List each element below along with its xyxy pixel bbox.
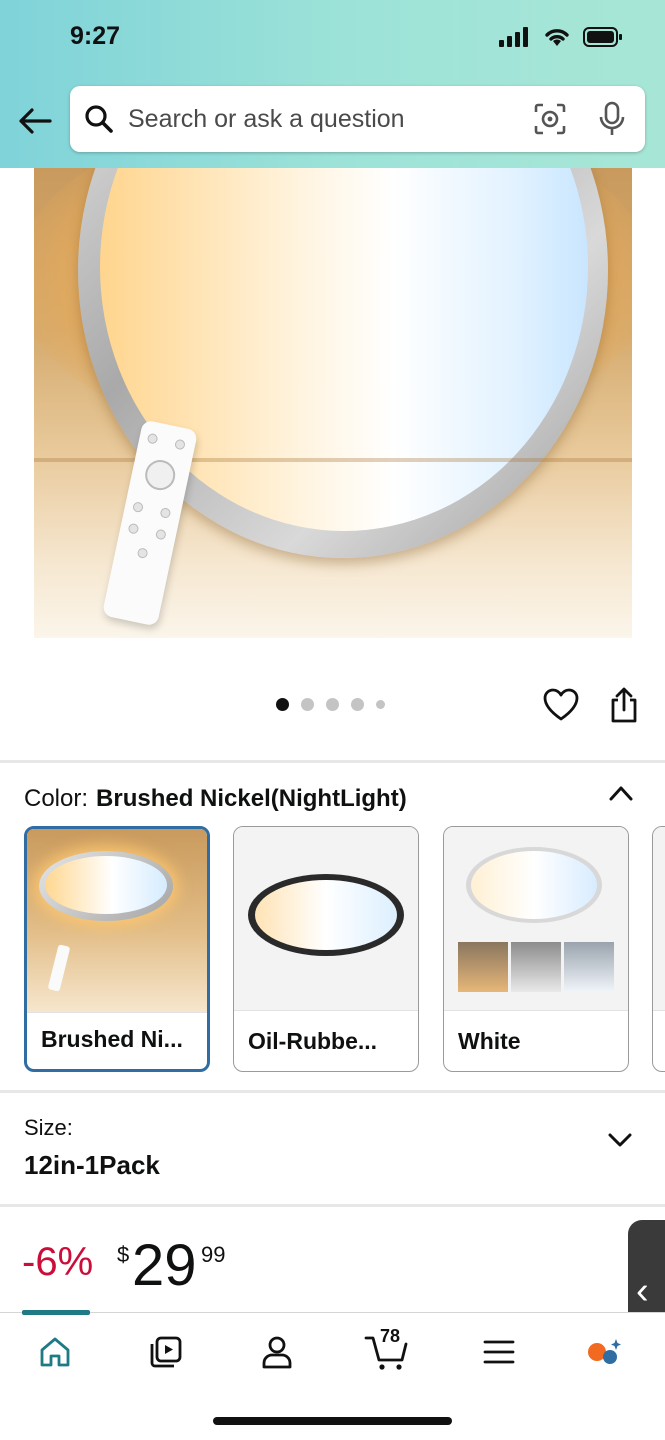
price-currency: $ bbox=[117, 1242, 130, 1267]
color-label-row: Color: Brushed Nickel(NightLight) bbox=[24, 785, 407, 813]
cart-count: 78 bbox=[380, 1326, 401, 1346]
carousel-dot[interactable] bbox=[376, 700, 385, 709]
nav-account[interactable] bbox=[252, 1330, 302, 1374]
user-icon bbox=[262, 1336, 292, 1369]
wall-edge bbox=[34, 458, 632, 462]
chevron-up-icon[interactable] bbox=[606, 780, 636, 806]
color-swatch-oil-rubbed[interactable]: Oil-Rubbe... bbox=[233, 826, 419, 1072]
battery-icon bbox=[583, 27, 622, 47]
swatch-thumbnail bbox=[234, 827, 418, 1011]
section-divider bbox=[0, 760, 665, 763]
ai-assistant-icon bbox=[588, 1339, 621, 1364]
search-input[interactable]: Search or ask a question bbox=[128, 105, 533, 134]
color-label: Color: bbox=[24, 785, 89, 812]
size-value[interactable]: 12in-1Pack bbox=[24, 1150, 160, 1181]
section-divider bbox=[0, 1204, 665, 1207]
video-play-icon bbox=[150, 1336, 182, 1368]
nav-menu[interactable] bbox=[474, 1330, 524, 1374]
remote-control-image bbox=[101, 419, 199, 627]
back-button[interactable] bbox=[14, 100, 56, 142]
color-swatch-more[interactable] bbox=[652, 826, 665, 1072]
size-label: Size: bbox=[24, 1115, 73, 1140]
carousel-dots[interactable] bbox=[276, 698, 385, 711]
microphone-icon[interactable] bbox=[597, 101, 627, 137]
color-option-label: Oil-Rubbe... bbox=[248, 1028, 378, 1054]
status-time: 9:27 bbox=[70, 22, 121, 50]
color-swatch-brushed-nickel[interactable]: Brushed Ni... bbox=[24, 826, 210, 1072]
carousel-dot[interactable] bbox=[351, 698, 364, 711]
carousel-dot-active[interactable] bbox=[276, 698, 289, 711]
carousel-dot[interactable] bbox=[326, 698, 339, 711]
price-fraction: 99 bbox=[201, 1242, 226, 1267]
nav-video[interactable] bbox=[141, 1330, 191, 1374]
wifi-icon bbox=[545, 29, 569, 46]
heart-icon[interactable] bbox=[543, 688, 579, 722]
search-bar[interactable]: Search or ask a question bbox=[70, 86, 645, 152]
back-arrow-icon bbox=[19, 108, 52, 134]
app-header: 9:27 Search or ask a question bbox=[0, 0, 665, 168]
nav-rufus[interactable] bbox=[584, 1330, 624, 1374]
search-icon bbox=[85, 105, 113, 133]
color-option-label: Brushed Ni... bbox=[41, 1026, 183, 1052]
color-option-label: White bbox=[458, 1028, 521, 1054]
swatch-thumbnail bbox=[444, 827, 628, 1011]
price-whole: 29 bbox=[132, 1233, 197, 1298]
cellular-signal-icon bbox=[499, 27, 528, 47]
chevron-down-icon[interactable] bbox=[606, 1128, 634, 1152]
chevron-left-icon: ‹ bbox=[636, 1270, 649, 1312]
hamburger-menu-icon bbox=[483, 1340, 515, 1364]
section-divider bbox=[0, 1090, 665, 1093]
nav-active-indicator bbox=[22, 1310, 90, 1315]
color-swatch-white[interactable]: White bbox=[443, 826, 629, 1072]
color-selected-value: Brushed Nickel(NightLight) bbox=[96, 785, 407, 812]
home-icon bbox=[40, 1337, 70, 1367]
camera-lens-icon[interactable] bbox=[533, 102, 567, 136]
product-image[interactable] bbox=[34, 168, 632, 638]
nav-home[interactable] bbox=[30, 1330, 80, 1374]
home-indicator bbox=[213, 1417, 452, 1425]
share-icon[interactable] bbox=[608, 686, 640, 724]
swatch-thumbnail bbox=[27, 829, 207, 1013]
discount-percent: -6% bbox=[22, 1240, 94, 1284]
status-icons bbox=[499, 26, 623, 48]
carousel-dot[interactable] bbox=[301, 698, 314, 711]
swatch-thumbnail bbox=[653, 827, 665, 1011]
